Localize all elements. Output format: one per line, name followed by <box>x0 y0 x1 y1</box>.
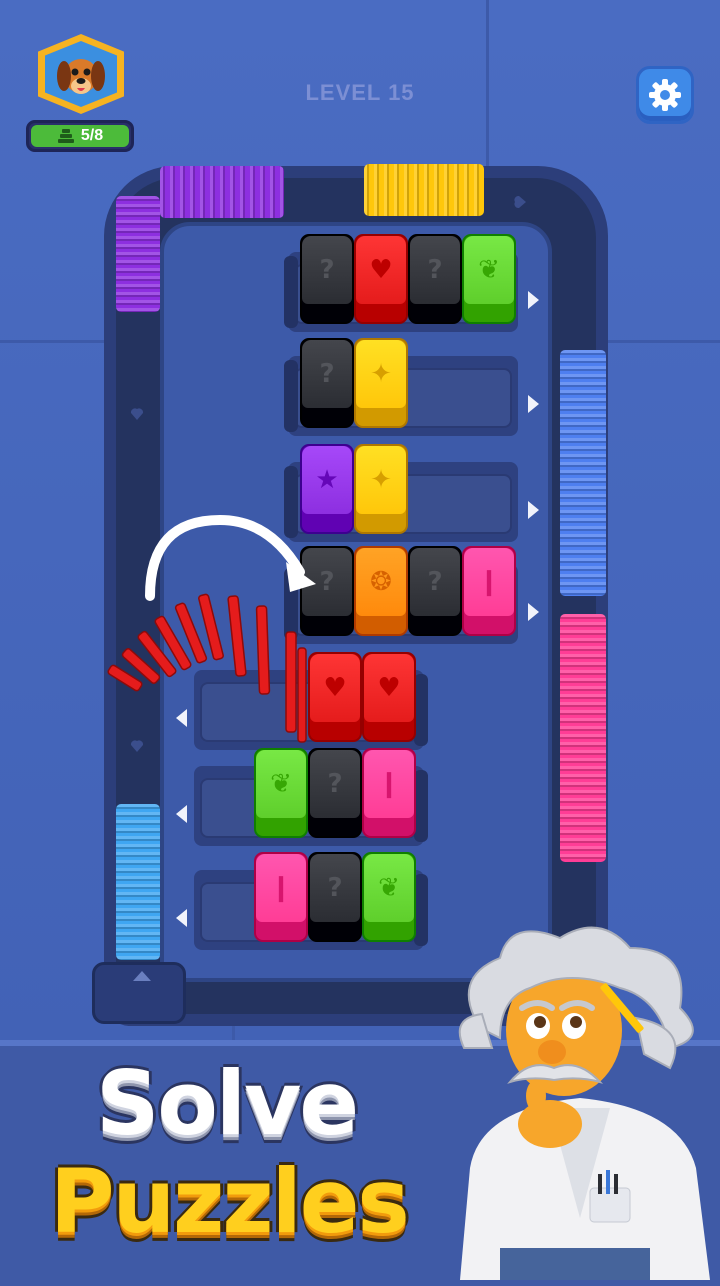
flying-red-pieces <box>107 593 307 743</box>
professor-character <box>458 926 710 1280</box>
promo-line-1: Solve <box>96 1052 359 1155</box>
promo-line-2: Puzzles <box>50 1150 410 1253</box>
curved-arrow-icon <box>145 514 305 601</box>
